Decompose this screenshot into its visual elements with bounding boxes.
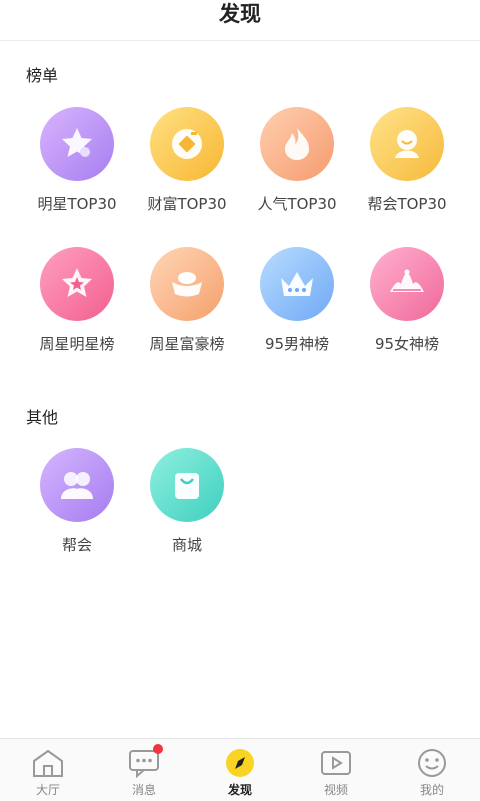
section-title-other: 其他 [26, 408, 59, 427]
ranking-label: 帮会TOP30 [367, 195, 447, 213]
flame-icon [260, 107, 334, 181]
ranking-weekly-rich[interactable]: 周星富豪榜 [132, 247, 242, 354]
crown-icon [260, 247, 334, 321]
ranking-weekly-star[interactable]: 周星明星榜 [22, 247, 132, 354]
weekly-star-icon [40, 247, 114, 321]
ranking-label: 财富TOP30 [147, 195, 227, 213]
ranking-guild-top30[interactable]: 帮会TOP30 [352, 107, 462, 214]
other-guild[interactable]: 帮会 [22, 448, 132, 555]
ranking-popularity-top30[interactable]: 人气TOP30 [242, 107, 352, 214]
ranking-label: 明星TOP30 [37, 195, 117, 213]
compass-icon [192, 747, 288, 779]
tiara-icon [370, 247, 444, 321]
section-title-rankings: 榜单 [26, 66, 59, 85]
ranking-label: 周星富豪榜 [149, 335, 225, 353]
tab-label: 我的 [419, 783, 444, 797]
other-mall[interactable]: 商城 [132, 448, 242, 555]
tab-label: 大厅 [35, 783, 60, 797]
tab-hall[interactable]: 大厅 [0, 739, 96, 801]
ranking-95-male[interactable]: 95男神榜 [242, 247, 352, 354]
shopping-bag-icon [150, 448, 224, 522]
message-icon [96, 747, 192, 779]
guild-icon [40, 448, 114, 522]
star-icon [40, 107, 114, 181]
other-label: 商城 [171, 536, 202, 554]
tab-label: 发现 [227, 783, 252, 797]
page-title: 发现 [219, 2, 261, 26]
other-label: 帮会 [61, 536, 92, 554]
tab-messages[interactable]: 消息 [96, 739, 192, 801]
top-bar: 发现 [0, 0, 480, 41]
ranking-label: 周星明星榜 [39, 335, 115, 353]
unread-badge [153, 744, 163, 754]
ranking-label: 人气TOP30 [257, 195, 337, 213]
smile-icon [384, 747, 480, 779]
tab-video[interactable]: 视频 [288, 739, 384, 801]
gold-ingot-icon [150, 247, 224, 321]
ranking-95-female[interactable]: 95女神榜 [352, 247, 462, 354]
ranking-wealth-top30[interactable]: 财富TOP30 [132, 107, 242, 214]
video-icon [288, 747, 384, 779]
coin-icon [150, 107, 224, 181]
ranking-label: 95女神榜 [374, 335, 440, 353]
tab-mine[interactable]: 我的 [384, 739, 480, 801]
tab-discover[interactable]: 发现 [192, 739, 288, 801]
ranking-label: 95男神榜 [264, 335, 330, 353]
bottom-tab-bar: 大厅 消息 发现 视频 我的 [0, 738, 480, 801]
house-icon [0, 747, 96, 779]
group-badge-icon [370, 107, 444, 181]
ranking-star-top30[interactable]: 明星TOP30 [22, 107, 132, 214]
tab-label: 消息 [131, 783, 156, 797]
tab-label: 视频 [323, 783, 348, 797]
